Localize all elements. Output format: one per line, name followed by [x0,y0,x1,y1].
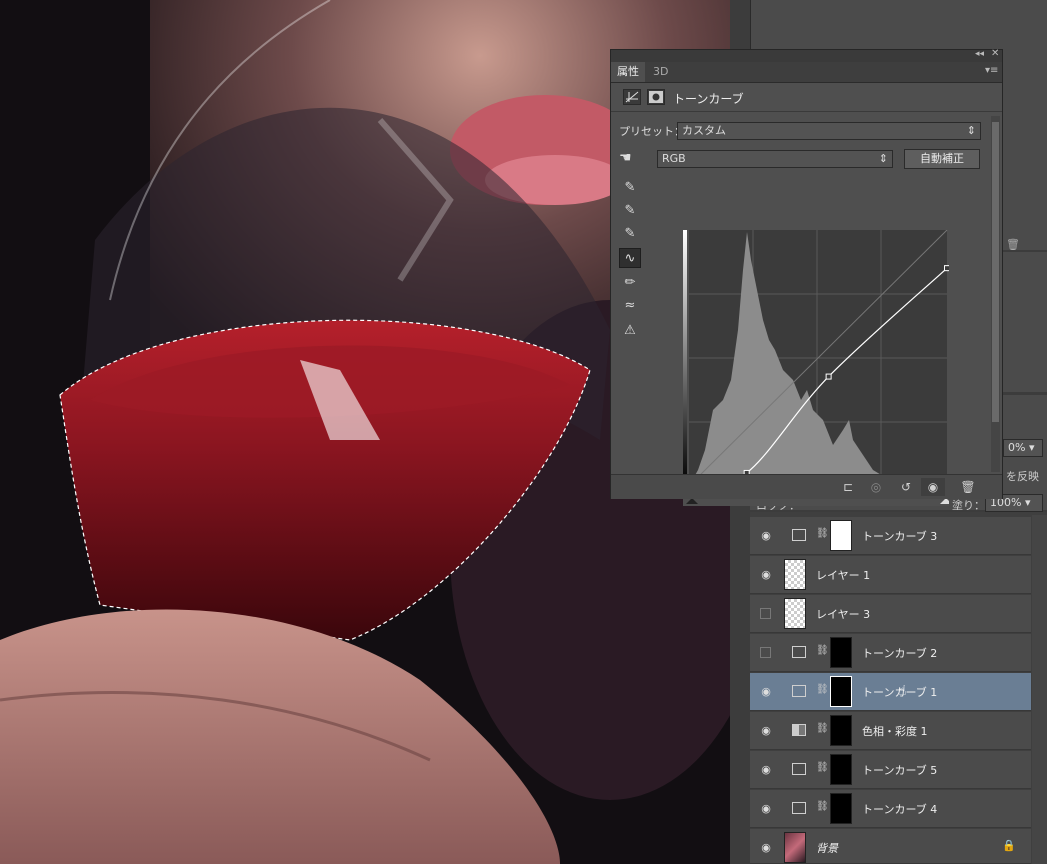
panel-tabs: 属性 3D ▾≡ [611,62,1002,83]
eye-icon[interactable]: ◉ [758,840,774,856]
properties-header: トーンカーブ [611,83,1002,112]
pencil-tool-icon[interactable]: ✏ [619,273,641,293]
layer-thumb[interactable] [784,598,806,629]
curves-adjustment-icon [792,529,806,541]
hue-saturation-icon [792,724,806,736]
layer-row[interactable]: レイヤー 3 [750,595,1031,633]
partial-opacity-field[interactable]: 0% ▾ [1003,439,1043,457]
clip-icon[interactable]: ⊏ [839,478,857,496]
panel-title: トーンカーブ [673,92,744,106]
mask-icon[interactable] [647,89,665,105]
eye-icon[interactable]: ◉ [758,684,774,700]
panel-titlebar[interactable]: ◂◂ ✕ [611,48,1002,62]
link-icon[interactable]: ⛓ [816,684,829,698]
eye-icon[interactable]: ◉ [758,723,774,739]
preview-icon[interactable]: ◎ [867,478,885,496]
layer-name: レイヤー 1 [816,569,871,582]
close-icon[interactable]: ✕ [991,48,999,59]
tab-3d[interactable]: 3D [647,62,674,82]
curve-control-point[interactable] [944,265,950,272]
layer-name: 色相・彩度 1 [862,725,928,738]
layer-thumb[interactable] [784,832,806,863]
collapse-icon[interactable]: ◂◂ [975,49,984,59]
lock-icon: 🔒 [1002,839,1016,852]
layer-row[interactable]: ◉ ⛓ 色相・彩度 1 [750,712,1031,750]
layer-mask-thumb[interactable] [830,715,852,746]
preset-label: プリセット： [619,125,685,138]
eye-icon[interactable]: ◉ [758,567,774,583]
layer-mask-thumb[interactable] [830,754,852,785]
layer-row[interactable]: ◉ レイヤー 1 [750,556,1031,594]
layer-name: トーンカーブ 4 [862,803,938,816]
eye-icon[interactable]: ◉ [758,528,774,544]
properties-footer: ⊏ ◎ ↺ ◉ 🗑 [611,474,1002,499]
layer-name: トーンカーブ 5 [862,764,938,777]
layer-row[interactable]: ◉ ⛓ トーンカーブ 4 [750,790,1031,828]
visibility-off-toggle[interactable] [760,647,771,658]
reset-icon[interactable]: ↺ [897,478,915,496]
partial-percent: 0% [1008,441,1026,454]
preset-select[interactable]: カスタム ⇕ [677,122,981,140]
trash-icon[interactable]: 🗑 [959,478,977,496]
output-gradient-bar [683,230,687,486]
layer-row[interactable]: ⛓ トーンカーブ 2 [750,634,1031,672]
link-icon[interactable]: ⛓ [816,801,829,815]
channel-select[interactable]: RGB ⇕ [657,150,893,168]
curves-adjustment-icon [792,802,806,814]
link-icon[interactable]: ⛓ [816,645,829,659]
properties-body: プリセット： カスタム ⇕ ☚ RGB ⇕ 自動補正 ✎ ✎ ✎ ∿ ✏ ≈ ⚠ [611,112,989,506]
curve-point-tool-icon[interactable]: ∿ [619,248,641,268]
link-icon[interactable]: ⛓ [816,528,829,542]
layer-mask-thumb[interactable] [830,637,852,668]
eye-icon[interactable]: ◉ [758,801,774,817]
layer-row-active[interactable]: ◉ ⛓ トーンカーブ 1 ☝ [750,673,1031,711]
layer-mask-thumb[interactable] [830,520,852,551]
layer-name: レイヤー 3 [816,608,871,621]
properties-panel: ◂◂ ✕ 属性 3D ▾≡ トーンカーブ プリセット： カスタム ⇕ ☚ RGB… [610,48,1003,506]
dropdown-arrow-icon: ⇕ [966,124,976,137]
clipping-warning-icon[interactable]: ⚠ [619,321,641,341]
layer-name: トーンカーブ 3 [862,530,938,543]
curve-graph[interactable] [683,230,949,506]
tab-properties[interactable]: 属性 [611,62,645,82]
link-icon[interactable]: ⛓ [816,723,829,737]
hand-cursor-icon: ☝ [898,683,907,699]
layer-name: トーンカーブ 2 [862,647,938,660]
channel-value: RGB [662,152,686,165]
dropdown-arrow-icon: ⇕ [878,152,888,165]
visibility-icon[interactable]: ◉ [921,478,945,496]
curves-icon[interactable] [623,89,641,105]
eye-icon[interactable]: ◉ [758,762,774,778]
layers-scrollbar[interactable] [1032,515,1047,864]
scroll-thumb[interactable] [992,122,999,422]
layer-thumb[interactable] [784,559,806,590]
partial-trash-icon[interactable]: 🗑 [1006,238,1020,251]
properties-scrollbar[interactable] [991,116,1000,472]
link-icon[interactable]: ⛓ [816,762,829,776]
smooth-icon[interactable]: ≈ [619,296,641,316]
menu-icon[interactable]: ▾≡ [985,65,998,76]
curves-adjustment-icon [792,763,806,775]
curves-adjustment-icon [792,646,806,658]
fill-label: 塗り： [952,499,985,512]
layer-name: 背景 [816,842,838,855]
eyedropper-white-icon[interactable]: ✎ [619,224,641,244]
layer-row[interactable]: ◉ ⛓ トーンカーブ 5 [750,751,1031,789]
eyedropper-gray-icon[interactable]: ✎ [619,201,641,221]
curves-adjustment-icon [792,685,806,697]
visibility-off-toggle[interactable] [760,608,771,619]
reflect-label: を反映 [1006,470,1039,483]
layer-row[interactable]: ◉ ⛓ トーンカーブ 3 [750,517,1031,555]
layer-row[interactable]: ◉ 背景 🔒 [750,829,1031,864]
preset-value: カスタム [682,124,726,137]
hand-tool-icon[interactable]: ☚ [619,150,632,166]
layer-mask-thumb[interactable] [830,793,852,824]
auto-button[interactable]: 自動補正 [904,149,980,169]
eyedropper-black-icon[interactable]: ✎ [619,178,641,198]
curve-control-point[interactable] [825,373,832,380]
layer-mask-thumb[interactable] [830,676,852,707]
